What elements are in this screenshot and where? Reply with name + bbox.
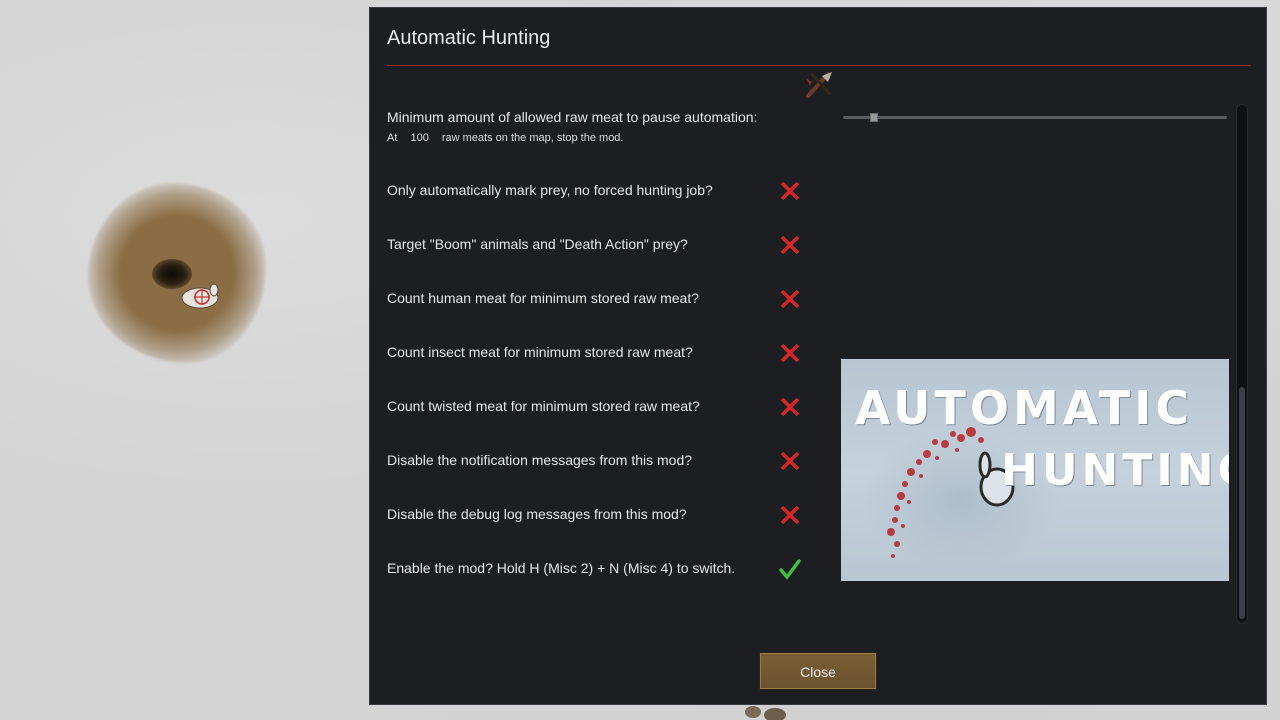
mod-preview-image: AUTOMATIC HUNTING bbox=[841, 359, 1229, 581]
preview-scrollbar[interactable] bbox=[1236, 104, 1248, 624]
option-label: Count twisted meat for minimum stored ra… bbox=[387, 398, 700, 414]
cross-icon[interactable] bbox=[778, 503, 802, 527]
option-label: Count human meat for minimum stored raw … bbox=[387, 290, 700, 306]
slider-prefix: At bbox=[387, 132, 398, 144]
option-row: Count twisted meat for minimum stored ra… bbox=[387, 394, 827, 420]
option-row: Enable the mod? Hold H (Misc 2) + N (Mis… bbox=[387, 556, 827, 582]
mod-settings-dialog: Automatic Hunting Minimum amount of allo… bbox=[369, 7, 1267, 705]
dialog-title: Automatic Hunting bbox=[387, 27, 551, 49]
raw-meat-slider-track[interactable] bbox=[843, 116, 1227, 119]
option-row: Disable the notification messages from t… bbox=[387, 448, 827, 474]
logo-text-automatic: AUTOMATIC bbox=[855, 381, 1194, 435]
option-label: Enable the mod? Hold H (Misc 2) + N (Mis… bbox=[387, 560, 736, 576]
cross-icon[interactable] bbox=[778, 287, 802, 311]
slider-suffix: raw meats on the map, stop the mod. bbox=[441, 132, 624, 144]
option-label: Disable the debug log messages from this… bbox=[387, 506, 687, 522]
slider-label: Minimum amount of allowed raw meat to pa… bbox=[387, 109, 758, 125]
option-row: Target "Boom" animals and "Death Action"… bbox=[387, 232, 827, 258]
cross-icon[interactable] bbox=[778, 233, 802, 257]
rock-chunks bbox=[745, 706, 786, 720]
checkmark-icon[interactable] bbox=[778, 557, 802, 581]
logo-text-hunting: HUNTING bbox=[1001, 445, 1229, 496]
title-divider bbox=[387, 65, 1251, 66]
close-button[interactable]: Close bbox=[759, 652, 877, 690]
option-label: Only automatically mark prey, no forced … bbox=[387, 182, 713, 198]
option-row: Count insect meat for minimum stored raw… bbox=[387, 340, 827, 366]
rabbit-target-icon[interactable] bbox=[178, 281, 224, 311]
option-label: Target "Boom" animals and "Death Action"… bbox=[387, 236, 688, 252]
hunting-knife-icon bbox=[806, 72, 832, 98]
option-label: Disable the notification messages from t… bbox=[387, 452, 693, 468]
slider-value: 100 bbox=[410, 132, 429, 144]
raw-meat-slider-handle[interactable] bbox=[869, 113, 878, 122]
cross-icon[interactable] bbox=[778, 395, 802, 419]
cross-icon[interactable] bbox=[778, 179, 802, 203]
option-row: Disable the debug log messages from this… bbox=[387, 502, 827, 528]
slider-value-text: At 100 raw meats on the map, stop the mo… bbox=[387, 132, 623, 144]
cross-icon[interactable] bbox=[778, 341, 802, 365]
option-row: Count human meat for minimum stored raw … bbox=[387, 286, 827, 312]
cross-icon[interactable] bbox=[778, 449, 802, 473]
option-label: Count insect meat for minimum stored raw… bbox=[387, 344, 693, 360]
option-row: Only automatically mark prey, no forced … bbox=[387, 178, 827, 204]
scrollbar-thumb[interactable] bbox=[1239, 387, 1245, 619]
